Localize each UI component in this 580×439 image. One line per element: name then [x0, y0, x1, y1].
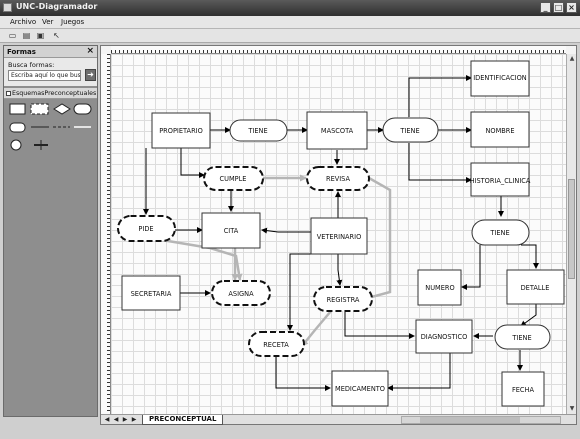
gray-connector — [363, 176, 392, 301]
relation-label: TIENE — [399, 127, 419, 135]
concept-diagnostico[interactable]: DIAGNOSTICO — [415, 319, 473, 354]
concept-label: IDENTIFICACION — [473, 74, 527, 82]
concept-label: CITA — [224, 227, 239, 235]
preconceptual-diagram: PROPIETARIO TIENE MASCOTA TIENE IDENTIFI… — [117, 60, 565, 407]
connector — [336, 254, 343, 286]
connector — [275, 356, 331, 391]
connector — [387, 350, 451, 391]
concept-medicamento[interactable]: MEDICAMENTO — [331, 370, 389, 407]
concept-label: MEDICAMENTO — [335, 385, 385, 393]
relation-label: TIENE — [511, 334, 531, 342]
concept-label: SECRETARIA — [131, 290, 172, 298]
concept-label: DIAGNOSTICO — [421, 333, 468, 341]
concept-mascota[interactable]: MASCOTA — [306, 111, 368, 150]
relation-label: RECETA — [263, 341, 289, 349]
concept-identificacion[interactable]: IDENTIFICACION — [470, 60, 530, 97]
relation-tiene-3[interactable]: TIENE — [471, 219, 530, 246]
concept-nombre[interactable]: NOMBRE — [470, 111, 530, 148]
relation-label: ASIGNA — [228, 290, 254, 298]
nodes: PROPIETARIO TIENE MASCOTA TIENE IDENTIFI… — [117, 60, 565, 407]
relation-tiene-4[interactable]: TIENE — [494, 324, 551, 350]
relation-label: TIENE — [247, 127, 267, 135]
concept-label: MASCOTA — [321, 127, 354, 135]
concept-cita[interactable]: CITA — [201, 212, 261, 249]
concept-label: FECHA — [512, 386, 535, 394]
relation-registra[interactable]: REGISTRA — [313, 286, 373, 312]
concept-numero[interactable]: NUMERO — [417, 269, 462, 306]
connector — [180, 148, 205, 178]
relation-label: PIDE — [138, 225, 153, 233]
relation-label: REGISTRA — [327, 296, 360, 304]
relation-tiene-2[interactable]: TIENE — [382, 117, 439, 143]
concept-secretaria[interactable]: SECRETARIA — [121, 275, 181, 311]
connector — [408, 75, 472, 117]
concept-label: NOMBRE — [485, 127, 514, 135]
relation-revisa[interactable]: REVISA — [306, 166, 370, 191]
concept-label: HISTORIA_CLINICA — [470, 177, 531, 185]
gray-connector — [301, 310, 332, 347]
concept-propietario[interactable]: PROPIETARIO — [151, 112, 211, 149]
concept-fecha[interactable]: FECHA — [501, 371, 545, 407]
relation-asigna[interactable]: ASIGNA — [211, 280, 271, 306]
concept-historia-clinica[interactable]: HISTORIA_CLINICA — [470, 162, 531, 197]
connector — [520, 304, 537, 327]
gray-connectors — [149, 174, 392, 347]
connector — [461, 245, 481, 290]
connector — [344, 311, 415, 339]
concept-label: DETALLE — [521, 284, 550, 292]
relation-cumple[interactable]: CUMPLE — [203, 166, 264, 191]
relation-tiene-1[interactable]: TIENE — [229, 119, 288, 142]
concept-detalle[interactable]: DETALLE — [506, 269, 565, 305]
connector — [261, 227, 311, 234]
concept-label: PROPIETARIO — [159, 127, 203, 135]
relation-label: TIENE — [489, 229, 509, 237]
concept-label: NUMERO — [425, 284, 454, 292]
relation-label: CUMPLE — [220, 175, 247, 183]
concept-veterinario[interactable]: VETERINARIO — [310, 217, 368, 255]
concept-label: VETERINARIO — [317, 233, 362, 241]
relation-pide[interactable]: PIDE — [117, 215, 176, 242]
connector — [408, 143, 472, 183]
relation-receta[interactable]: RECETA — [248, 331, 305, 357]
connector — [521, 244, 539, 269]
relation-label: REVISA — [326, 175, 351, 183]
